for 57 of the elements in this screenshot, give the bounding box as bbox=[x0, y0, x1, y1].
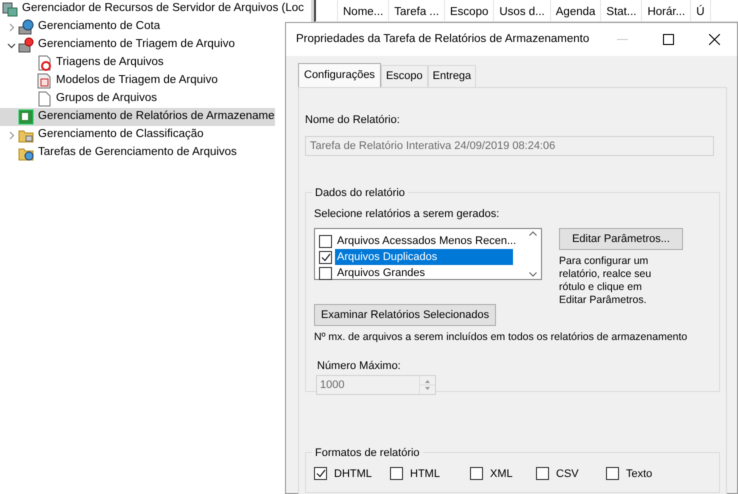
column-header[interactable]: Tarefa ... bbox=[389, 0, 446, 21]
column-header[interactable]: Horár... bbox=[642, 0, 692, 21]
checkbox[interactable] bbox=[606, 467, 619, 480]
tab[interactable]: Configurações bbox=[298, 63, 381, 86]
checkbox-label[interactable]: HTML bbox=[410, 466, 440, 482]
tree-item[interactable]: Tarefas de Gerenciamento de Arquivos bbox=[0, 144, 237, 162]
expand-chevron-icon[interactable] bbox=[6, 130, 16, 140]
column-header[interactable]: Agenda bbox=[550, 0, 602, 21]
page-stop-icon bbox=[36, 73, 52, 89]
page-stop-icon bbox=[36, 55, 52, 71]
scroll-up-icon[interactable] bbox=[528, 231, 536, 236]
server-globe-icon bbox=[18, 19, 34, 35]
checkbox[interactable] bbox=[470, 467, 483, 480]
maximize-icon bbox=[662, 34, 674, 45]
expand-chevron-icon[interactable] bbox=[6, 22, 16, 32]
column-header[interactable]: Stat... bbox=[601, 0, 642, 21]
column-header[interactable]: Usos d... bbox=[494, 0, 551, 21]
tree-item[interactable]: Gerenciamento de Triagem de Arquivo bbox=[0, 36, 235, 54]
checkbox[interactable] bbox=[390, 467, 403, 480]
server-icon bbox=[2, 1, 18, 17]
tree-item[interactable]: Gerenciador de Recursos de Servidor de Arquivos (Loc bbox=[0, 0, 304, 18]
review-reports-button[interactable]: Examinar Relatórios Selecionados bbox=[314, 304, 496, 326]
checkbox-label[interactable]: Texto bbox=[626, 466, 652, 482]
report-icon bbox=[18, 109, 34, 125]
edit-parameters-button[interactable]: Editar Parâmetros... bbox=[559, 228, 683, 250]
column-header[interactable]: Escopo bbox=[445, 0, 494, 21]
window-title: Propriedades da Tarefa de Relatórios de Armazenamento bbox=[296, 32, 590, 47]
tree-item[interactable]: Gerenciamento de Classificação bbox=[0, 126, 204, 144]
checkbox-label[interactable]: CSV bbox=[556, 466, 579, 482]
tab[interactable]: Entrega bbox=[428, 65, 476, 86]
help-text: Para configurar um relatório, realce seu rótulo e clique em Editar Parâmetros. bbox=[559, 255, 652, 307]
close-icon bbox=[708, 34, 720, 45]
scroll-down-icon[interactable] bbox=[528, 272, 536, 277]
note-text: Nº mx. de arquivos a serem incluídos em todos os relatórios de armazenamento bbox=[314, 330, 688, 344]
checkbox[interactable] bbox=[319, 234, 332, 248]
tree-item[interactable]: Triagens de Arquivos bbox=[0, 54, 164, 72]
checkbox[interactable] bbox=[319, 250, 332, 264]
list-item[interactable]: Arquivos Grandes bbox=[335, 264, 428, 282]
tree-item[interactable]: Gerenciamento de Cota bbox=[0, 18, 160, 36]
checkbox-label[interactable]: DHTML bbox=[334, 466, 372, 482]
collapse-chevron-icon[interactable] bbox=[6, 40, 16, 50]
tree-item[interactable]: Grupos de Arquivos bbox=[0, 90, 158, 108]
tree-item[interactable]: Modelos de Triagem de Arquivo bbox=[0, 72, 218, 90]
field-label: Nome do Relatório: bbox=[305, 112, 401, 128]
list-item[interactable]: Arquivos Duplicados bbox=[335, 248, 513, 266]
checkbox[interactable] bbox=[314, 467, 327, 480]
list-item[interactable]: Arquivos Acessados Menos Recen... bbox=[335, 232, 518, 250]
column-header[interactable]: Ú bbox=[691, 0, 710, 21]
tree-item[interactable]: Gerenciamento de Relatórios de Armazename bbox=[0, 108, 275, 126]
checkbox-label[interactable]: XML bbox=[490, 466, 513, 482]
checkbox[interactable] bbox=[319, 266, 332, 280]
column-header[interactable]: Nome... bbox=[338, 0, 390, 21]
server-stop-icon bbox=[18, 37, 34, 53]
checkbox[interactable] bbox=[536, 467, 549, 480]
field-label: Número Máximo: bbox=[317, 359, 402, 374]
tab[interactable]: Escopo bbox=[380, 65, 428, 86]
prompt-text: Selecione relatórios a serem gerados: bbox=[314, 206, 500, 222]
